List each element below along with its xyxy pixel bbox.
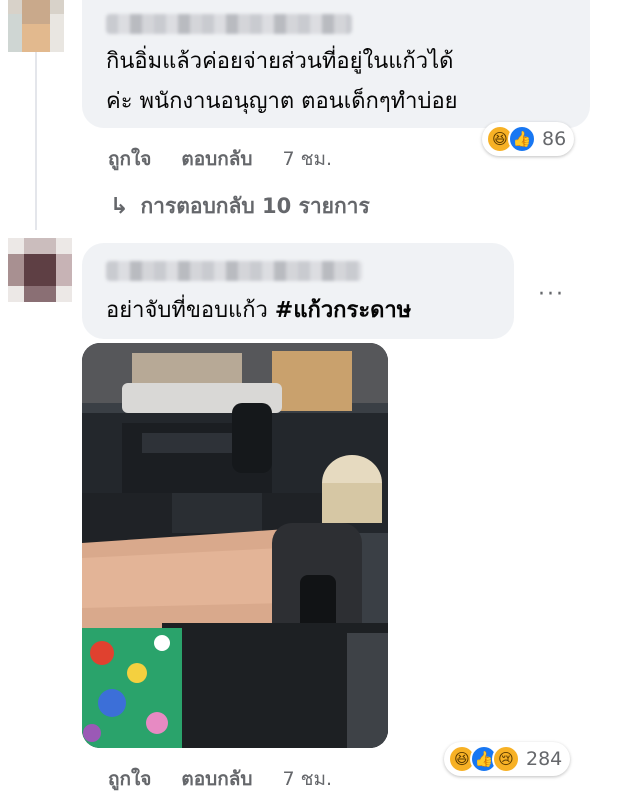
reply-arrow-icon: ↳ xyxy=(110,194,129,219)
reaction-count: 86 xyxy=(542,128,567,150)
comment-text-body: อย่าจับที่ขอบแก้ว xyxy=(106,298,268,323)
comment-timestamp[interactable]: 7 ชม. xyxy=(282,764,332,794)
reply-button[interactable]: ตอบกลับ xyxy=(181,764,252,794)
sad-icon: 😢 xyxy=(492,745,520,773)
comment-bubble: กินอิ่มแล้วค่อยจ่ายส่วนที่อยู่ในแก้วได้ … xyxy=(82,0,590,128)
comment-actions: ถูกใจ ตอบกลับ 7 ชม. xyxy=(108,144,362,174)
avatar[interactable] xyxy=(8,0,64,52)
comment-text: อย่าจับที่ขอบแก้ว #แก้วกระดาษ xyxy=(106,293,411,329)
comment-actions: ถูกใจ ตอบกลับ 7 ชม. xyxy=(108,764,362,794)
reactions-summary[interactable]: 😆 👍 86 xyxy=(482,122,575,156)
thread-connector-line xyxy=(35,52,37,230)
reactions-summary[interactable]: 😆 👍 😢 284 xyxy=(444,742,571,776)
comment-timestamp[interactable]: 7 ชม. xyxy=(282,144,332,174)
more-options-button[interactable]: ··· xyxy=(538,282,565,307)
hashtag-link[interactable]: #แก้วกระดาษ xyxy=(275,298,411,323)
view-replies-link[interactable]: ↳ การตอบกลับ 10 รายการ xyxy=(110,190,370,223)
car-interior-photo xyxy=(82,343,388,748)
like-button[interactable]: ถูกใจ xyxy=(108,764,151,794)
avatar[interactable] xyxy=(8,238,72,302)
commenter-name-blurred[interactable] xyxy=(106,261,362,281)
comment-bubble: อย่าจับที่ขอบแก้ว #แก้วกระดาษ xyxy=(82,243,514,339)
comment-text-line: กินอิ่มแล้วค่อยจ่ายส่วนที่อยู่ในแก้วได้ xyxy=(106,49,454,74)
replies-count-label: การตอบกลับ 10 รายการ xyxy=(140,194,370,218)
commenter-name-blurred[interactable] xyxy=(106,14,352,34)
reaction-count: 284 xyxy=(526,748,563,770)
like-button[interactable]: ถูกใจ xyxy=(108,144,151,174)
reply-button[interactable]: ตอบกลับ xyxy=(181,144,252,174)
comment-attached-photo[interactable] xyxy=(82,343,388,748)
comment-thread: กินอิ่มแล้วค่อยจ่ายส่วนที่อยู่ในแก้วได้ … xyxy=(0,0,640,812)
like-icon: 👍 xyxy=(508,125,536,153)
comment-text-line: ค่ะ พนักงานอนุญาต ตอนเด็กๆทำบ่อย xyxy=(106,89,458,114)
